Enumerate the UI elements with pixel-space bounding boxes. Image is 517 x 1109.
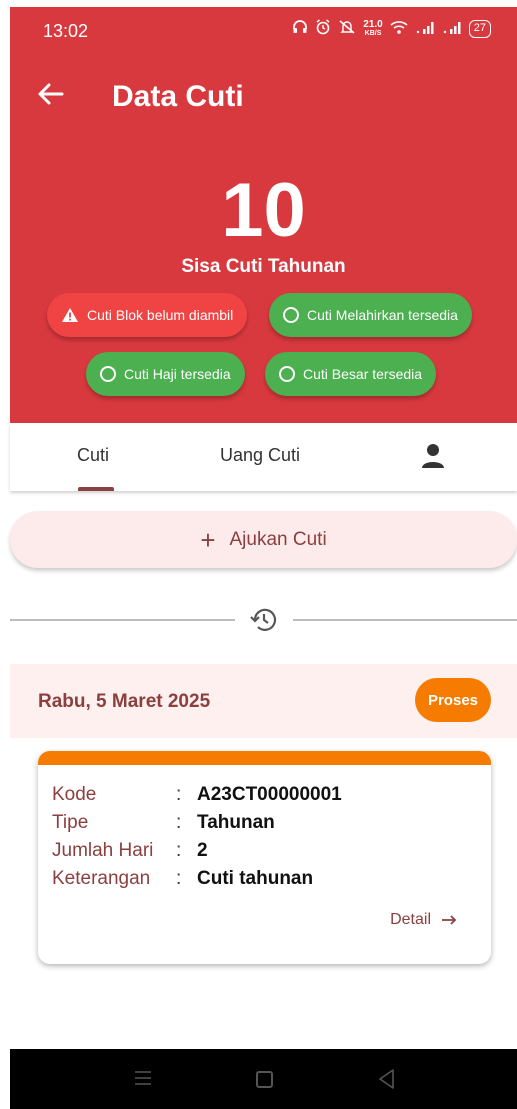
network-speed: 21.0 KB/S	[363, 18, 383, 38]
menu-icon[interactable]	[134, 1069, 152, 1087]
status-badge: Proses	[415, 678, 491, 722]
wifi-icon	[390, 19, 408, 38]
field-separator: :	[176, 868, 182, 889]
chip-cuti-blok[interactable]: Cuti Blok belum diambil	[47, 293, 248, 337]
chip-label: Cuti Haji tersedia	[124, 366, 231, 382]
headset-icon	[292, 19, 308, 38]
system-nav-bar	[10, 1049, 517, 1109]
tab-uang-cuti[interactable]: Uang Cuti	[220, 445, 300, 466]
chip-cuti-besar[interactable]: Cuti Besar tersedia	[265, 352, 437, 396]
status-icons: 21.0 KB/S 27	[292, 19, 491, 38]
status-time: 13:02	[43, 21, 89, 41]
signal-icon-2	[442, 20, 462, 37]
divider-right	[293, 619, 517, 621]
chip-cuti-melahirkan[interactable]: Cuti Melahirkan tersedia	[269, 293, 472, 337]
circle-icon	[283, 307, 299, 323]
header: 13:02 21.0 KB/S 27 Data Cuti 10 Sisa Cut…	[10, 7, 517, 423]
remaining-leave-label: Sisa Cuti Tahunan	[181, 256, 346, 277]
tab-bar: Cuti Uang Cuti	[10, 423, 517, 491]
field-separator: :	[176, 812, 182, 833]
field-value: A23CT00000001	[197, 784, 342, 805]
arrow-right-icon	[442, 915, 457, 925]
person-icon[interactable]	[421, 443, 445, 469]
field-label: Jumlah Hari	[52, 840, 154, 861]
field-value: Tahunan	[197, 812, 275, 833]
chip-label: Cuti Blok belum diambil	[87, 307, 234, 323]
field-value: 2	[197, 840, 208, 861]
entry-date-header: Rabu, 5 Maret 2025 Proses	[10, 664, 517, 738]
circle-icon	[100, 366, 116, 382]
page-title: Data Cuti	[112, 80, 244, 113]
field-label: Kode	[52, 784, 97, 805]
entry-date: Rabu, 5 Maret 2025	[38, 691, 211, 712]
field-separator: :	[176, 784, 182, 805]
warning-icon	[62, 308, 78, 322]
field-tipe: Tipe : Tahunan	[52, 812, 275, 834]
detail-label: Detail	[390, 911, 431, 928]
tab-cuti[interactable]: Cuti	[77, 445, 109, 466]
nav-back-icon[interactable]	[377, 1068, 397, 1090]
remaining-leave-count: 10	[221, 168, 306, 253]
chip-label: Cuti Besar tersedia	[303, 366, 423, 382]
field-value: Cuti tahunan	[197, 868, 314, 889]
divider-left	[10, 619, 235, 621]
network-speed-value: 21.0	[363, 18, 383, 30]
battery-icon: 27	[468, 19, 491, 38]
history-icon[interactable]	[249, 605, 279, 635]
status-bar: 13:02 21.0 KB/S 27	[10, 7, 517, 55]
mute-icon	[338, 19, 356, 38]
ajukan-cuti-button[interactable]: + Ajukan Cuti	[10, 511, 517, 568]
chip-label: Cuti Melahirkan tersedia	[307, 307, 458, 323]
leave-card[interactable]: Kode : A23CT00000001 Tipe : Tahunan Juml…	[38, 751, 491, 964]
back-arrow-icon[interactable]	[36, 79, 66, 109]
circle-icon	[279, 366, 295, 382]
network-speed-unit: KB/S	[364, 29, 382, 37]
field-kode: Kode : A23CT00000001	[52, 784, 342, 806]
chip-cuti-haji[interactable]: Cuti Haji tersedia	[86, 352, 245, 396]
field-label: Tipe	[52, 812, 89, 833]
signal-icon	[415, 20, 435, 37]
tab-indicator	[78, 487, 114, 491]
field-jumlah-hari: Jumlah Hari : 2	[52, 840, 208, 862]
card-status-bar	[38, 751, 491, 765]
detail-link[interactable]: Detail	[390, 911, 457, 929]
alarm-icon	[315, 19, 331, 38]
field-separator: :	[176, 840, 182, 861]
plus-icon: +	[200, 524, 216, 555]
home-icon[interactable]	[256, 1071, 273, 1088]
field-keterangan: Keterangan : Cuti tahunan	[52, 868, 313, 890]
field-label: Keterangan	[52, 868, 151, 889]
ajukan-cuti-label: Ajukan Cuti	[229, 528, 327, 550]
